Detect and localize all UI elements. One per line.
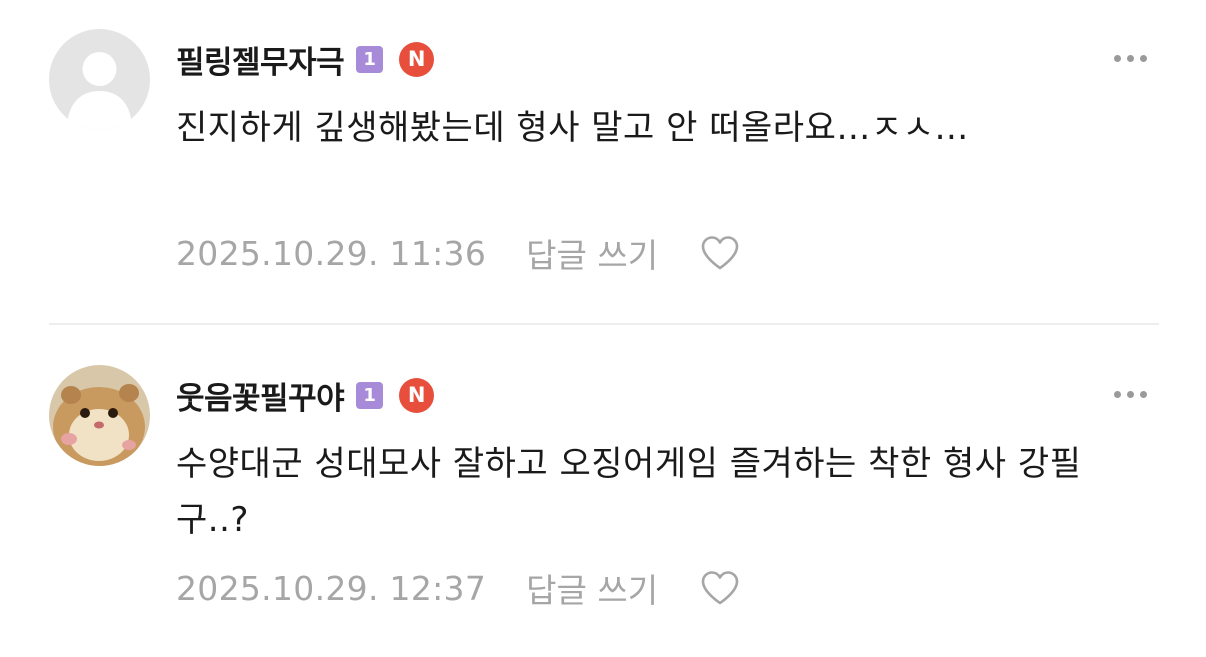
more-dot-icon — [1113, 390, 1121, 398]
more-dot-icon — [1139, 54, 1147, 62]
new-badge: N — [399, 377, 435, 413]
comment-item: 필링젤무자극 1 N 진지하게 깊생해봤는데 형사 말고 안 떠올라요…ㅈㅅ… … — [0, 0, 1206, 325]
more-dot-icon — [1139, 390, 1147, 398]
hamster-photo — [49, 365, 150, 466]
comment-text: 수양대군 성대모사 잘하고 오징어게임 즐겨하는 착한 형사 강필구..? — [176, 444, 1082, 540]
default-profile-icon — [49, 29, 150, 130]
more-options-button[interactable] — [1100, 374, 1160, 414]
more-dot-icon — [1126, 390, 1134, 398]
avatar[interactable] — [49, 29, 150, 130]
comment-item: 웃음꽃필꾸야 1 N 수양대군 성대모사 잘하고 오징어게임 즐겨하는 착한 형… — [0, 326, 1206, 657]
comment-meta: 2025.10.29. 11:36 답글 쓰기 — [176, 228, 742, 278]
level-badge: 1 — [356, 45, 384, 73]
more-options-button[interactable] — [1100, 38, 1160, 78]
comment-text: 진지하게 깊생해봤는데 형사 말고 안 떠올라요…ㅈㅅ… — [176, 108, 969, 148]
reply-button[interactable]: 답글 쓰기 — [526, 229, 658, 277]
nickname-row: 웃음꽃필꾸야 1 N — [176, 371, 435, 419]
comment-meta: 2025.10.29. 12:37 답글 쓰기 — [176, 563, 742, 613]
comment-date: 2025.10.29. 11:36 — [176, 233, 487, 273]
nickname[interactable]: 필링젤무자극 — [176, 37, 345, 82]
heart-icon — [701, 236, 739, 270]
avatar[interactable] — [49, 365, 150, 466]
divider — [49, 323, 1159, 325]
nickname[interactable]: 웃음꽃필꾸야 — [176, 373, 345, 418]
comment-date: 2025.10.29. 12:37 — [176, 568, 487, 608]
more-dot-icon — [1126, 54, 1134, 62]
like-button[interactable] — [698, 231, 742, 275]
level-badge: 1 — [356, 381, 384, 409]
heart-icon — [701, 571, 739, 605]
nickname-row: 필링젤무자극 1 N — [176, 35, 435, 83]
more-dot-icon — [1113, 54, 1121, 62]
new-badge: N — [399, 41, 435, 77]
like-button[interactable] — [698, 566, 742, 610]
reply-button[interactable]: 답글 쓰기 — [526, 564, 658, 612]
